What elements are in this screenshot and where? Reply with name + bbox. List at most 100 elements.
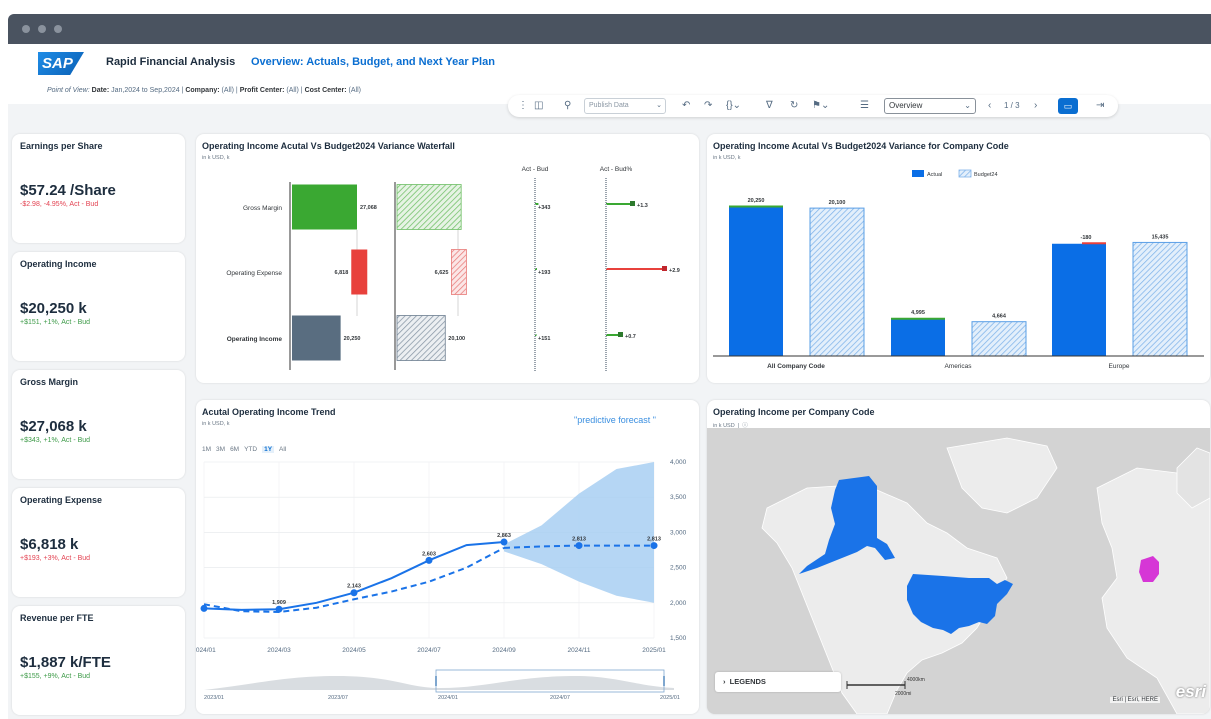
kpi-card-gross-margin[interactable]: Gross Margin $27,068 k +$343, +1%, Act -… <box>12 370 185 479</box>
trend-chart-card[interactable]: Acutal Operating Income Trend in k USD, … <box>196 400 699 714</box>
actual-point <box>200 604 208 612</box>
kpi-title: Operating Income <box>20 259 97 269</box>
company-budget-label: 15,435 <box>1152 234 1169 240</box>
x-tick-label: 2024/11 <box>567 647 590 654</box>
pov-date-value[interactable]: Jan,2024 to Sep,2024 | <box>111 87 183 94</box>
data-point-label: 2,603 <box>422 551 436 557</box>
waterfall-actual-bar <box>351 249 368 295</box>
more-vert-icon[interactable]: ⋮ <box>518 99 528 113</box>
filter-icon[interactable]: ∇ <box>766 99 773 113</box>
company-actual-bar <box>1052 243 1106 356</box>
redo-icon[interactable]: ↷ <box>704 99 712 113</box>
kpi-delta: +$155, +9%, Act - Bud <box>20 673 91 680</box>
legend-label-budget: Budget24 <box>974 172 998 178</box>
window-titlebar <box>8 14 1211 44</box>
waterfall-category-label: Gross Margin <box>243 205 282 212</box>
company-variance-marker <box>891 317 945 320</box>
comment-icon[interactable]: ▭ <box>1058 98 1078 114</box>
pov-company-value[interactable]: (All) | <box>222 87 238 94</box>
x-tick-label: 2024/03 <box>267 647 291 654</box>
version-icon[interactable]: ⚲ <box>564 99 571 113</box>
navigator-label: 2023/07 <box>328 695 348 701</box>
company-chart-card[interactable]: Operating Income Acutal Vs Budget2024 Va… <box>707 134 1210 383</box>
pov-cost-value[interactable]: (All) <box>349 87 361 94</box>
refresh-icon[interactable]: ↻ <box>790 99 798 113</box>
data-point-label: 2,813 <box>572 537 586 543</box>
kpi-title: Earnings per Share <box>20 141 103 151</box>
waterfall-actual-bar <box>292 184 357 230</box>
pov-label: Point of View: <box>47 87 90 94</box>
window-minimize-dot[interactable] <box>38 25 46 33</box>
chevron-right-icon[interactable]: › <box>1034 99 1037 113</box>
exit-icon[interactable]: ⇥ <box>1096 99 1104 113</box>
act-bud-pct-label: +0.7 <box>625 334 636 340</box>
act-bud-pct-marker <box>618 332 623 337</box>
navigator-handle-right <box>663 676 665 686</box>
company-actual-bar <box>891 319 945 356</box>
window-close-dot[interactable] <box>22 25 30 33</box>
page-indicator: 1 / 3 <box>1004 101 1020 110</box>
act-bud-label: +193 <box>538 270 550 276</box>
navigator-label: 2024/01 <box>438 695 458 701</box>
company-variance-label: -180 <box>1080 235 1091 241</box>
company-actual-bar <box>729 207 783 356</box>
act-bud-header: Act - Bud <box>522 166 549 173</box>
legend-swatch-actual <box>912 170 924 177</box>
x-tick-label: 2024/07 <box>417 647 441 654</box>
act-bud-pct-label: +1.3 <box>637 203 648 209</box>
company-variance-marker <box>1082 242 1106 245</box>
y-tick-label: 3,000 <box>670 529 687 536</box>
y-tick-label: 2,000 <box>670 600 687 607</box>
map-legend-button[interactable]: › LEGENDS <box>715 672 841 692</box>
chevron-left-icon[interactable]: ‹ <box>988 99 991 113</box>
publish-data-label: Publish Data <box>589 102 629 109</box>
kpi-card-operating-expense[interactable]: Operating Expense $6,818 k +$193, +3%, A… <box>12 488 185 597</box>
chevron-down-icon: ⌄ <box>964 101 971 110</box>
publish-data-button[interactable]: Publish Data ⌄ <box>584 98 666 114</box>
act-bud-label: +151 <box>538 336 550 342</box>
data-point <box>500 538 508 546</box>
undo-icon[interactable]: ↶ <box>682 99 690 113</box>
kpi-value: $57.24 /Share <box>20 182 116 199</box>
page-list-icon[interactable]: ☰ <box>860 99 869 113</box>
waterfall-actual-label: 27,068 <box>360 205 377 211</box>
company-budget-label: 20,100 <box>829 200 846 206</box>
kpi-title: Operating Expense <box>20 495 103 505</box>
kpi-card-revenue-per-fte[interactable]: Revenue per FTE $1,887 k/FTE +$155, +9%,… <box>12 606 185 715</box>
kpi-delta: +$193, +3%, Act - Bud <box>20 555 91 562</box>
pov-cost-key: Cost Center: <box>304 87 347 94</box>
waterfall-actual-label: 6,818 <box>335 270 349 276</box>
data-point-label: 2,813 <box>647 537 661 543</box>
company-category-label: Europe <box>1109 363 1130 370</box>
company-budget-bar <box>1132 241 1188 357</box>
kpi-delta: +$343, +1%, Act - Bud <box>20 437 91 444</box>
variables-icon[interactable]: {}⌄ <box>726 99 741 113</box>
map-card[interactable]: Operating Income per Company Code in k U… <box>707 400 1210 714</box>
waterfall-category-label: Operating Income <box>227 336 283 343</box>
window-maximize-dot[interactable] <box>54 25 62 33</box>
bookmark-icon[interactable]: ⚑⌄ <box>812 99 829 113</box>
pov-profit-value[interactable]: (All) | <box>286 87 302 94</box>
waterfall-chart: Gross Margin 27,068 +343 +1.3 Operating Expe… <box>226 166 680 372</box>
kpi-card-eps[interactable]: Earnings per Share $57.24 /Share -$2.98,… <box>12 134 185 243</box>
legend-label: LEGENDS <box>729 677 766 686</box>
company-bar-chart: Actual Budget24 20,250 20,100 All Company Co… <box>713 169 1204 370</box>
navigator-label: 2025/01 <box>660 695 680 701</box>
kpi-value: $27,068 k <box>20 418 87 435</box>
panel-icon[interactable]: ◫ <box>534 99 543 113</box>
x-tick-label: 2024/09 <box>492 647 516 654</box>
kpi-card-operating-income[interactable]: Operating Income $20,250 k +$151, +1%, A… <box>12 252 185 361</box>
waterfall-budget-bar <box>396 184 462 230</box>
pov-date-key: Date: <box>91 87 110 94</box>
page-select[interactable]: Overview ⌄ <box>884 98 976 114</box>
kpi-value: $1,887 k/FTE <box>20 654 111 671</box>
company-variance-marker <box>729 205 783 208</box>
kpi-title: Revenue per FTE <box>20 613 94 623</box>
y-tick-label: 2,500 <box>670 565 687 572</box>
data-point-label: 1,909 <box>272 600 286 606</box>
waterfall-chart-card[interactable]: Operating Income Acutal Vs Budget2024 Va… <box>196 134 699 383</box>
app-window: SAP Rapid Financial Analysis Overview: A… <box>8 14 1211 719</box>
scale-bottom-label: 2000mi <box>895 691 911 697</box>
act-bud-pct-marker <box>630 201 635 206</box>
pov-profit-key: Profit Center: <box>239 87 285 94</box>
